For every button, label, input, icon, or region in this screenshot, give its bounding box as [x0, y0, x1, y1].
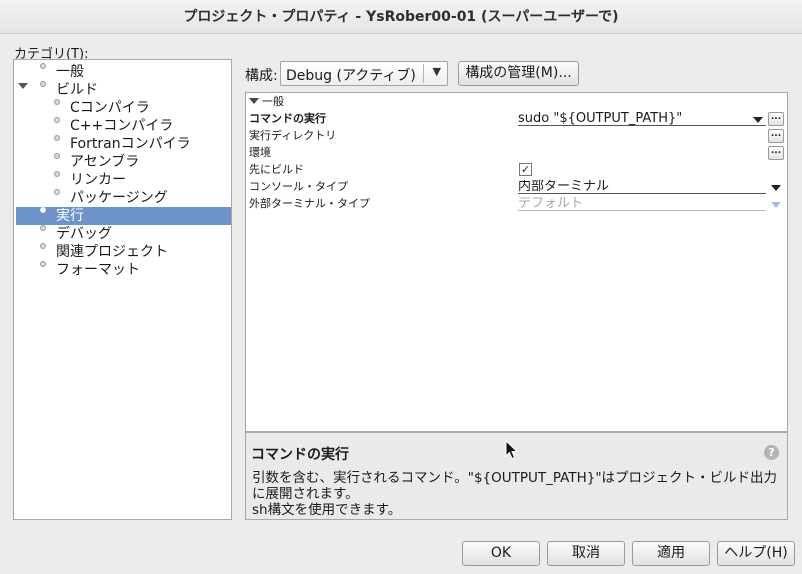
bullet-icon — [40, 63, 46, 69]
bullet-icon — [40, 261, 46, 267]
bullet-icon — [54, 117, 60, 123]
tree-item-linker[interactable]: リンカー — [54, 171, 126, 189]
bullet-icon — [40, 225, 46, 231]
chevron-down-icon: ▼ — [432, 65, 441, 78]
tree-item-general[interactable]: 一般 — [40, 63, 84, 81]
tree-item-c-compiler[interactable]: Cコンパイラ — [54, 99, 150, 117]
bullet-icon — [54, 171, 60, 177]
tree-item-related-projects[interactable]: 関連プロジェクト — [40, 243, 168, 261]
combo-separator — [423, 64, 424, 83]
apply-button[interactable]: 適用 — [632, 541, 710, 566]
bullet-icon — [40, 81, 46, 87]
description-line: 引数を含む、実行されるコマンド。"${OUTPUT_PATH}"はプロジェクト・… — [252, 470, 778, 502]
dropdown-arrow-icon — [771, 202, 781, 208]
window-title: プロジェクト・プロパティ - YsRober00-01 (スーパーユーザーで) — [0, 0, 802, 34]
section-general[interactable]: 一般 — [249, 94, 284, 110]
tree-item-assembler[interactable]: アセンブラ — [54, 153, 139, 171]
console-type-field[interactable]: 内部ターミナル — [518, 180, 766, 194]
tree-item-fortran-compiler[interactable]: Fortranコンパイラ — [54, 135, 191, 153]
tree-item-packaging[interactable]: パッケージング — [54, 189, 168, 207]
tree-item-run[interactable]: 実行 — [16, 207, 231, 225]
help-button[interactable]: ヘルプ(H) — [717, 541, 795, 566]
property-sheet: 一般 コマンドの実行 sudo "${OUTPUT_PATH}" ... 実行デ… — [245, 92, 788, 432]
run-command-browse-button[interactable]: ... — [768, 112, 784, 126]
prop-label-external-terminal: 外部ターミナル・タイプ — [249, 197, 370, 210]
config-label: 構成: — [245, 68, 278, 84]
bullet-icon — [54, 189, 60, 195]
config-select-value: Debug (アクティブ) — [286, 68, 416, 84]
prop-label-environment: 環境 — [249, 146, 271, 159]
manage-configurations-button[interactable]: 構成の管理(M)... — [458, 61, 579, 86]
ok-button[interactable]: OK — [462, 541, 540, 566]
mouse-cursor-icon — [505, 440, 519, 460]
prop-label-run-command: コマンドの実行 — [249, 112, 326, 125]
bullet-icon — [40, 243, 46, 249]
cancel-button[interactable]: 取消 — [547, 541, 625, 566]
environment-browse-button[interactable]: ... — [768, 146, 784, 160]
tree-item-format[interactable]: フォーマット — [40, 261, 140, 279]
bullet-icon — [54, 99, 60, 105]
tree-item-debug[interactable]: デバッグ — [40, 225, 112, 243]
collapse-triangle-icon[interactable] — [249, 98, 259, 104]
run-directory-browse-button[interactable]: ... — [768, 129, 784, 143]
tree-item-build[interactable]: ビルド — [18, 81, 98, 99]
description-title: コマンドの実行 — [251, 447, 349, 463]
dropdown-arrow-icon[interactable] — [753, 117, 763, 123]
dropdown-arrow-icon[interactable] — [771, 185, 781, 191]
build-first-checkbox[interactable]: ✓ — [519, 163, 532, 176]
description-line: sh構文を使用できます。 — [252, 502, 402, 518]
bullet-icon — [54, 153, 60, 159]
run-command-field[interactable]: sudo "${OUTPUT_PATH}" — [518, 112, 766, 126]
prop-label-run-directory: 実行ディレクトリ — [249, 129, 337, 142]
prop-label-console-type: コンソール・タイプ — [249, 180, 348, 193]
expand-triangle-icon[interactable] — [18, 83, 28, 89]
description-text: 引数を含む、実行されるコマンド。"${OUTPUT_PATH}"はプロジェクト・… — [252, 470, 782, 518]
prop-label-build-first: 先にビルド — [249, 163, 304, 176]
tree-item-cpp-compiler[interactable]: C++コンパイラ — [54, 117, 173, 135]
category-tree[interactable]: 一般 ビルド Cコンパイラ C++コンパイラ Fortranコンパイラ アセンブ… — [13, 59, 232, 520]
config-select[interactable]: Debug (アクティブ) ▼ — [280, 61, 448, 86]
external-terminal-field: デフォルト — [518, 197, 766, 211]
bullet-icon — [54, 135, 60, 141]
bullet-icon — [40, 207, 46, 213]
help-icon: ? — [764, 445, 779, 460]
